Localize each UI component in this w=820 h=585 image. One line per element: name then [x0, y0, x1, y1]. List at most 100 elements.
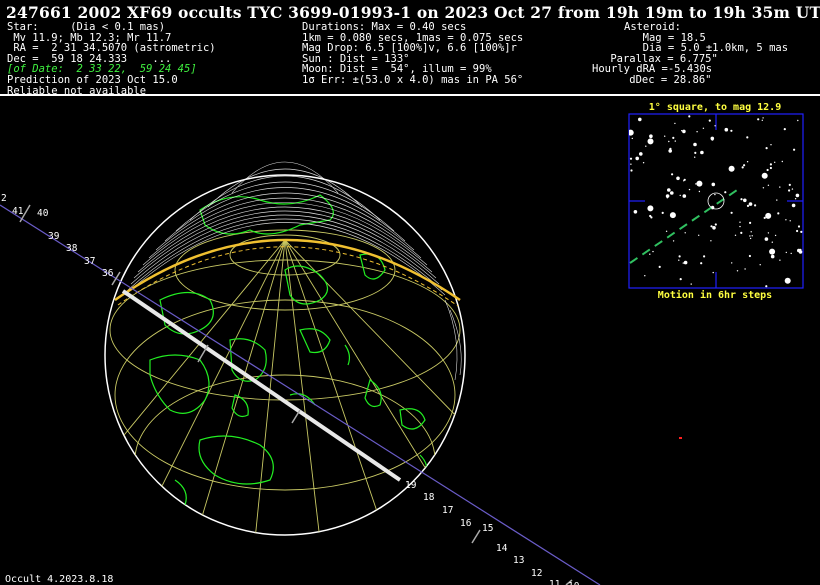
chart-star	[714, 193, 716, 196]
chart-star	[781, 160, 783, 163]
chart-star	[647, 205, 654, 212]
chart-star	[694, 156, 696, 158]
chart-star	[797, 248, 801, 253]
chart-star	[683, 180, 685, 182]
chart-star	[658, 265, 661, 268]
chart-star	[696, 131, 698, 133]
chart-star	[746, 204, 750, 207]
chart-star	[797, 119, 799, 122]
chart-star	[710, 225, 713, 228]
chart-star	[779, 259, 781, 261]
track-label: 10	[568, 581, 580, 585]
chart-star	[744, 268, 746, 270]
chart-star	[642, 162, 645, 164]
chart-star	[702, 127, 705, 129]
chart-star	[678, 255, 681, 258]
chart-star	[712, 226, 716, 230]
chart-star	[736, 270, 739, 272]
chart-star	[774, 161, 776, 163]
chart-star	[793, 148, 796, 151]
chart-star	[682, 262, 684, 264]
chart-star	[645, 145, 647, 147]
chart-star	[728, 165, 735, 172]
track-label: 17	[442, 505, 453, 516]
chart-star	[669, 212, 676, 219]
chart-star	[672, 136, 675, 139]
chart-star	[647, 138, 654, 145]
chart-star	[765, 147, 768, 150]
chart-star	[710, 240, 712, 242]
chart-star	[750, 231, 752, 233]
chart-star	[734, 234, 737, 236]
track-label: 40	[37, 208, 49, 219]
track-label: 13	[513, 555, 524, 566]
chart-star	[666, 197, 668, 199]
track-label: 37	[84, 256, 95, 267]
chart-star	[767, 184, 770, 186]
chart-star	[724, 191, 727, 194]
chart-star	[769, 166, 773, 170]
chart-star	[674, 140, 676, 142]
chart-star	[650, 216, 653, 219]
chart-star	[688, 115, 691, 118]
chart-star	[749, 235, 751, 237]
chart-star	[681, 130, 683, 132]
chart-star	[740, 198, 743, 201]
track-label: 39	[48, 231, 60, 242]
chart-star	[751, 235, 753, 237]
chart-star	[664, 135, 666, 137]
chart-star	[767, 232, 770, 234]
chart-star	[688, 188, 691, 191]
chart-star	[761, 119, 763, 122]
chart-star	[770, 144, 772, 146]
chart-star	[785, 219, 787, 221]
chart-star	[724, 127, 729, 132]
chart-star	[644, 275, 646, 277]
chart-star	[743, 164, 746, 167]
chart-star	[695, 183, 697, 185]
star-chart-frame	[628, 113, 804, 289]
chart-star	[671, 173, 674, 176]
chart-star	[791, 188, 794, 190]
chart-star	[676, 176, 680, 181]
track-label: 16	[460, 518, 472, 529]
chart-star	[638, 117, 642, 122]
track-label: 19	[405, 480, 417, 491]
chart-star	[633, 210, 638, 214]
track-label: 11	[549, 579, 561, 585]
chart-star	[743, 198, 747, 203]
chart-star	[669, 147, 672, 150]
chart-star	[672, 240, 675, 242]
chart-star	[746, 136, 749, 139]
track-label: 15	[482, 523, 493, 534]
chart-star	[774, 234, 777, 237]
chart-star	[678, 259, 680, 261]
chart-star	[694, 151, 697, 154]
chart-star	[785, 251, 787, 254]
occultation-map: 2 41 40 39 38 37 36 19 18 17 16 15 14 13…	[0, 102, 804, 585]
chart-star	[748, 202, 753, 206]
chart-star	[668, 140, 670, 143]
chart-star	[748, 254, 752, 258]
chart-star	[764, 237, 769, 241]
chart-star	[630, 169, 633, 172]
chart-star	[796, 229, 799, 233]
chart-star	[754, 204, 757, 207]
chart-star	[696, 180, 703, 187]
chart-star	[797, 225, 801, 228]
chart-star	[746, 161, 749, 163]
chart-star	[766, 168, 769, 172]
chart-star	[711, 138, 714, 141]
chart-star	[714, 125, 716, 127]
chart-star	[776, 199, 778, 201]
chart-star	[788, 189, 791, 192]
chart-star	[730, 211, 733, 214]
chart-star	[788, 183, 791, 186]
chart-star	[661, 211, 664, 214]
chart-star	[769, 163, 773, 166]
chart-star	[698, 234, 700, 236]
chart-star	[765, 285, 768, 288]
chart-star	[794, 198, 797, 200]
chart-star	[630, 163, 632, 165]
chart-star	[789, 220, 791, 222]
